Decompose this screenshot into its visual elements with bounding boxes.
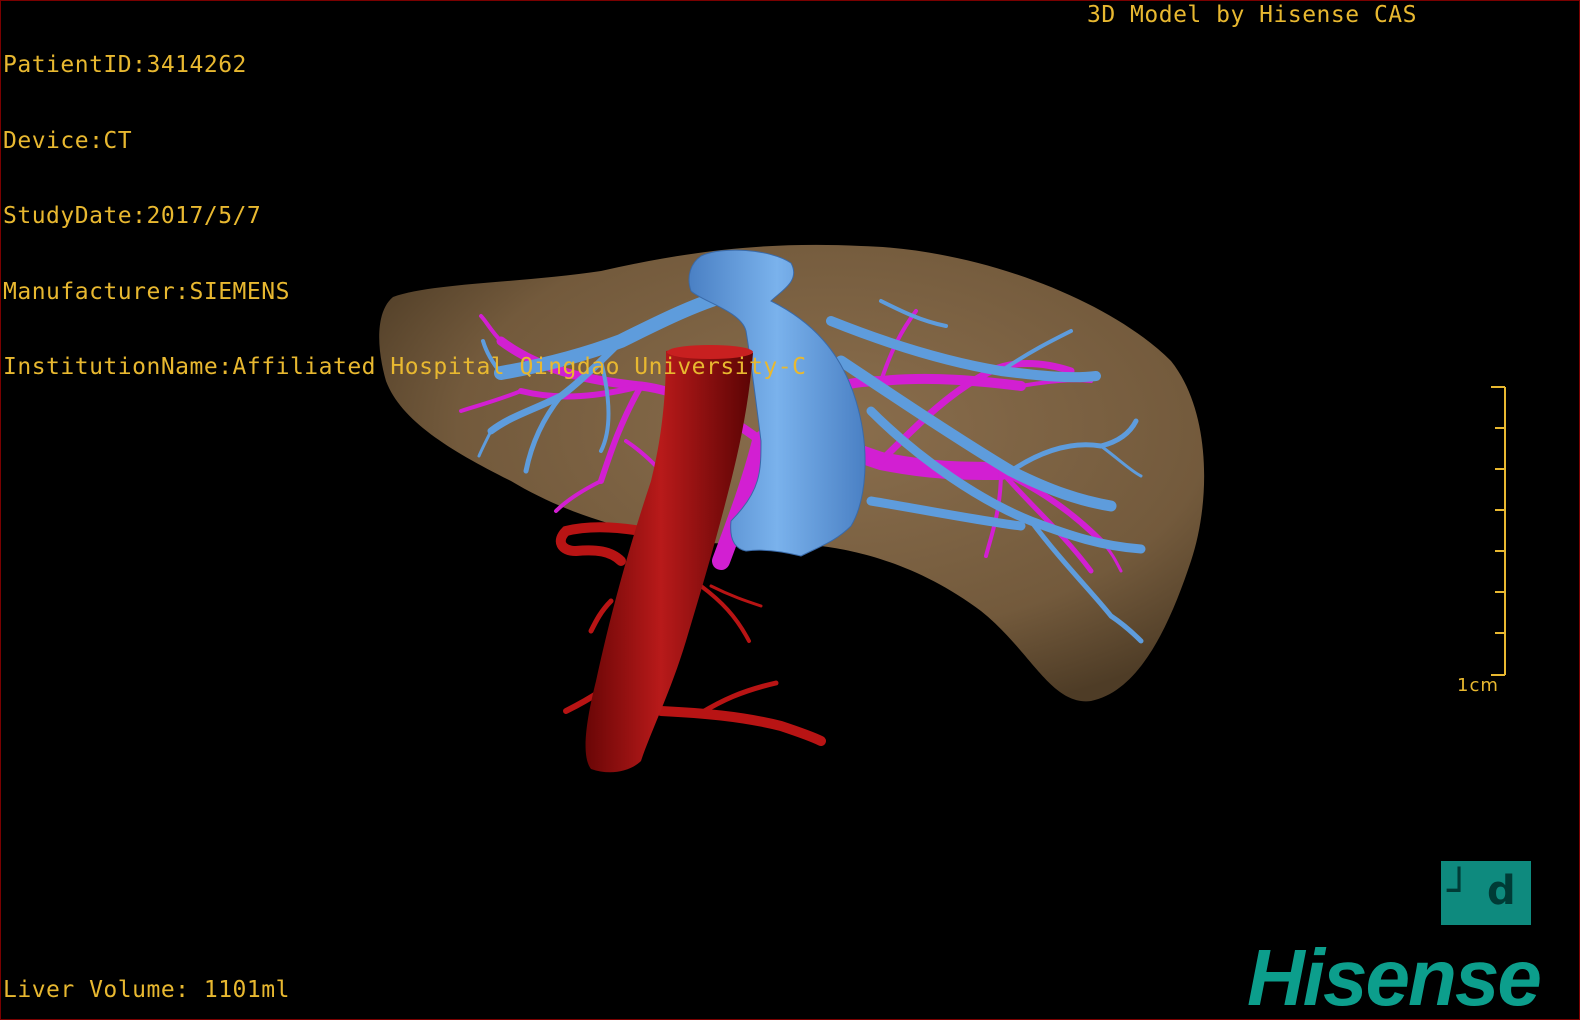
hisense-logo: Hisense xyxy=(1247,933,1542,1020)
dicom-info-overlay: PatientID:3414262 Device:CT StudyDate:20… xyxy=(3,3,806,431)
liver-volume: Liver Volume: 1101ml xyxy=(3,977,290,1003)
device: Device:CT xyxy=(3,127,133,154)
pd-monogram-icon: ┘ d xyxy=(1441,861,1531,925)
scale-bar-label: 1cm xyxy=(1457,675,1499,696)
scale-bar xyxy=(1491,386,1506,676)
model-credit: 3D Model by Hisense CAS xyxy=(1087,2,1417,28)
3d-render-viewport[interactable]: PatientID:3414262 Device:CT StudyDate:20… xyxy=(0,0,1580,1020)
institution-name: InstitutionName:Affiliated Hospital Qing… xyxy=(3,354,807,380)
manufacturer: Manufacturer:SIEMENS xyxy=(3,278,290,305)
study-date: StudyDate:2017/5/7 xyxy=(3,203,262,229)
patient-id: PatientID:3414262 xyxy=(3,52,247,78)
